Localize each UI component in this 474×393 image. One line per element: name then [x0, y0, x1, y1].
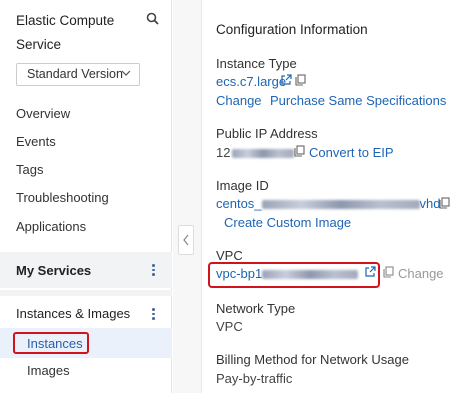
public-ip-value: 12	[216, 145, 295, 160]
public-ip-label: Public IP Address	[216, 126, 318, 141]
copy-icon[interactable]	[295, 74, 306, 86]
more-options-icon[interactable]	[152, 264, 156, 276]
nav-item-tags[interactable]: Tags	[16, 162, 43, 177]
version-select-value: Standard Version	[27, 67, 123, 81]
section-divider	[0, 290, 172, 296]
purchase-same-spec-link[interactable]: Purchase Same Specifications	[270, 93, 446, 108]
nav-item-events[interactable]: Events	[16, 134, 56, 149]
nav-item-overview[interactable]: Overview	[16, 106, 70, 121]
chevron-left-icon	[183, 234, 189, 246]
vpc-label: VPC	[216, 248, 243, 263]
image-id-value-link[interactable]: centos_ vhd	[216, 196, 441, 211]
collapse-sidebar-button[interactable]	[178, 225, 194, 255]
external-link-icon[interactable]	[280, 74, 292, 86]
instances-images-title[interactable]: Instances & Images	[16, 306, 130, 321]
content-gutter	[173, 0, 201, 393]
image-id-label: Image ID	[216, 178, 269, 193]
copy-icon[interactable]	[439, 197, 450, 209]
network-type-label: Network Type	[216, 301, 296, 316]
copy-icon[interactable]	[383, 266, 394, 278]
billing-method-value: Pay-by-traffic	[216, 371, 293, 386]
nav-item-troubleshooting[interactable]: Troubleshooting	[16, 190, 109, 205]
version-select[interactable]: Standard Version	[16, 63, 140, 86]
panel-title: Configuration Information	[216, 22, 368, 37]
change-instance-type-link[interactable]: Change	[216, 93, 262, 108]
redacted-ip	[232, 149, 295, 159]
product-title: Elastic Compute Service	[16, 13, 115, 52]
nav-item-instances-label: Instances	[27, 336, 83, 351]
chevron-down-icon	[121, 70, 131, 76]
network-type-value: VPC	[216, 319, 243, 334]
redacted-image-id	[261, 200, 420, 210]
search-icon[interactable]	[146, 12, 160, 26]
change-vpc-link-disabled: Change	[398, 266, 444, 281]
copy-icon[interactable]	[294, 145, 305, 157]
vpc-id-link[interactable]: vpc-bp1	[216, 266, 359, 281]
convert-to-eip-link[interactable]: Convert to EIP	[309, 145, 394, 160]
more-options-icon[interactable]	[152, 308, 156, 320]
my-services-title: My Services	[16, 263, 92, 278]
billing-method-label: Billing Method for Network Usage	[216, 352, 409, 367]
external-link-icon[interactable]	[364, 266, 376, 278]
instance-type-value-link[interactable]: ecs.c7.large	[216, 74, 286, 89]
redacted-vpc-id	[262, 270, 359, 280]
nav-item-applications[interactable]: Applications	[16, 219, 86, 234]
nav-item-images[interactable]: Images	[27, 363, 70, 378]
instance-type-label: Instance Type	[216, 56, 297, 71]
sidebar: Elastic Compute Service Standard Version…	[0, 0, 172, 393]
my-services-header[interactable]: My Services	[0, 252, 172, 288]
create-custom-image-link[interactable]: Create Custom Image	[224, 215, 351, 230]
